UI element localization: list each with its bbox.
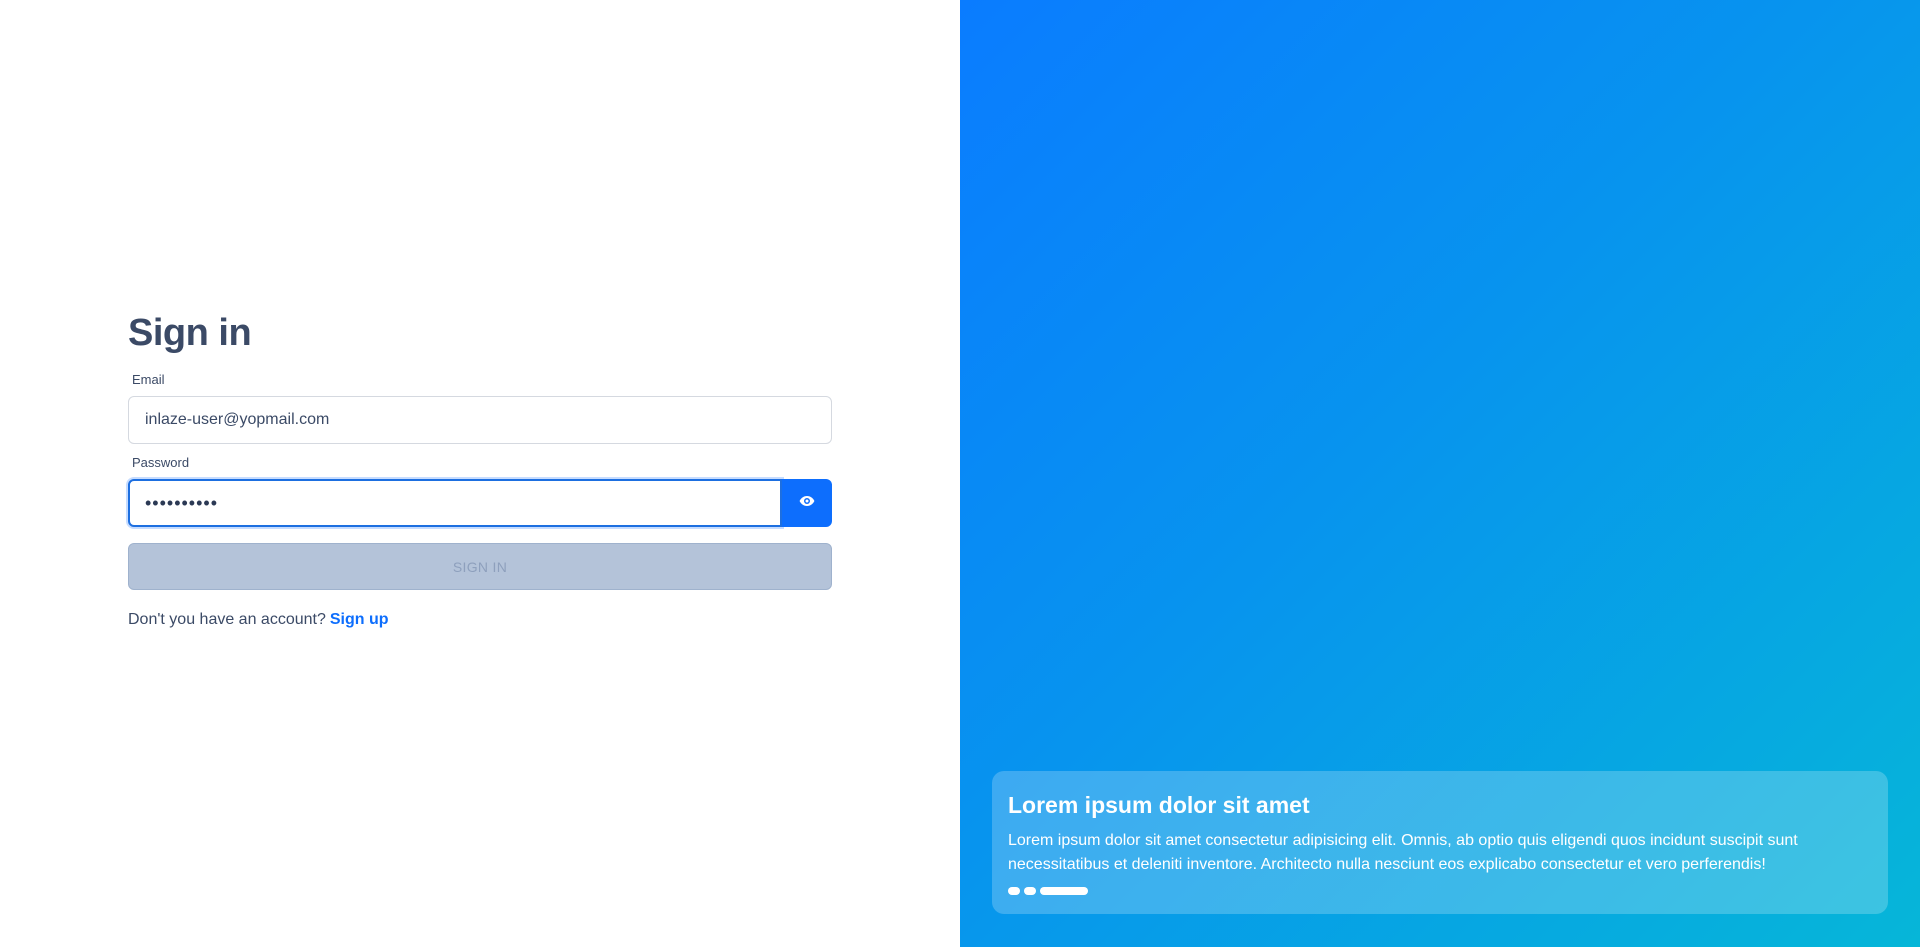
carousel-dot-active[interactable]	[1040, 887, 1088, 895]
password-field-group	[128, 479, 832, 527]
password-input[interactable]	[128, 479, 782, 527]
password-label: Password	[132, 455, 190, 470]
toggle-password-button[interactable]	[782, 479, 832, 527]
carousel-dot[interactable]	[1024, 887, 1036, 895]
promo-card: Lorem ipsum dolor sit amet Lorem ipsum d…	[992, 771, 1888, 914]
email-label: Email	[132, 372, 165, 387]
promo-title: Lorem ipsum dolor sit amet	[1008, 792, 1310, 818]
promo-pane: Lorem ipsum dolor sit amet Lorem ipsum d…	[960, 0, 1920, 947]
carousel-dot[interactable]	[1008, 887, 1020, 895]
carousel-indicators	[1008, 887, 1872, 895]
login-pane: Sign in Email Password SIGN IN Don't you…	[0, 0, 960, 947]
signup-link[interactable]: Sign up	[330, 611, 389, 628]
email-input[interactable]	[128, 396, 832, 444]
email-field-wrap	[128, 396, 832, 444]
signup-prompt-line: Don't you have an account? Sign up	[128, 610, 832, 630]
eye-icon	[799, 494, 815, 512]
promo-text: Lorem ipsum dolor sit amet consectetur a…	[1008, 832, 1798, 873]
page-title: Sign in	[128, 312, 252, 354]
signup-prompt: Don't you have an account?	[128, 611, 326, 628]
signin-button[interactable]: SIGN IN	[128, 543, 832, 590]
signin-form: Sign in Email Password SIGN IN Don't you…	[128, 310, 832, 630]
